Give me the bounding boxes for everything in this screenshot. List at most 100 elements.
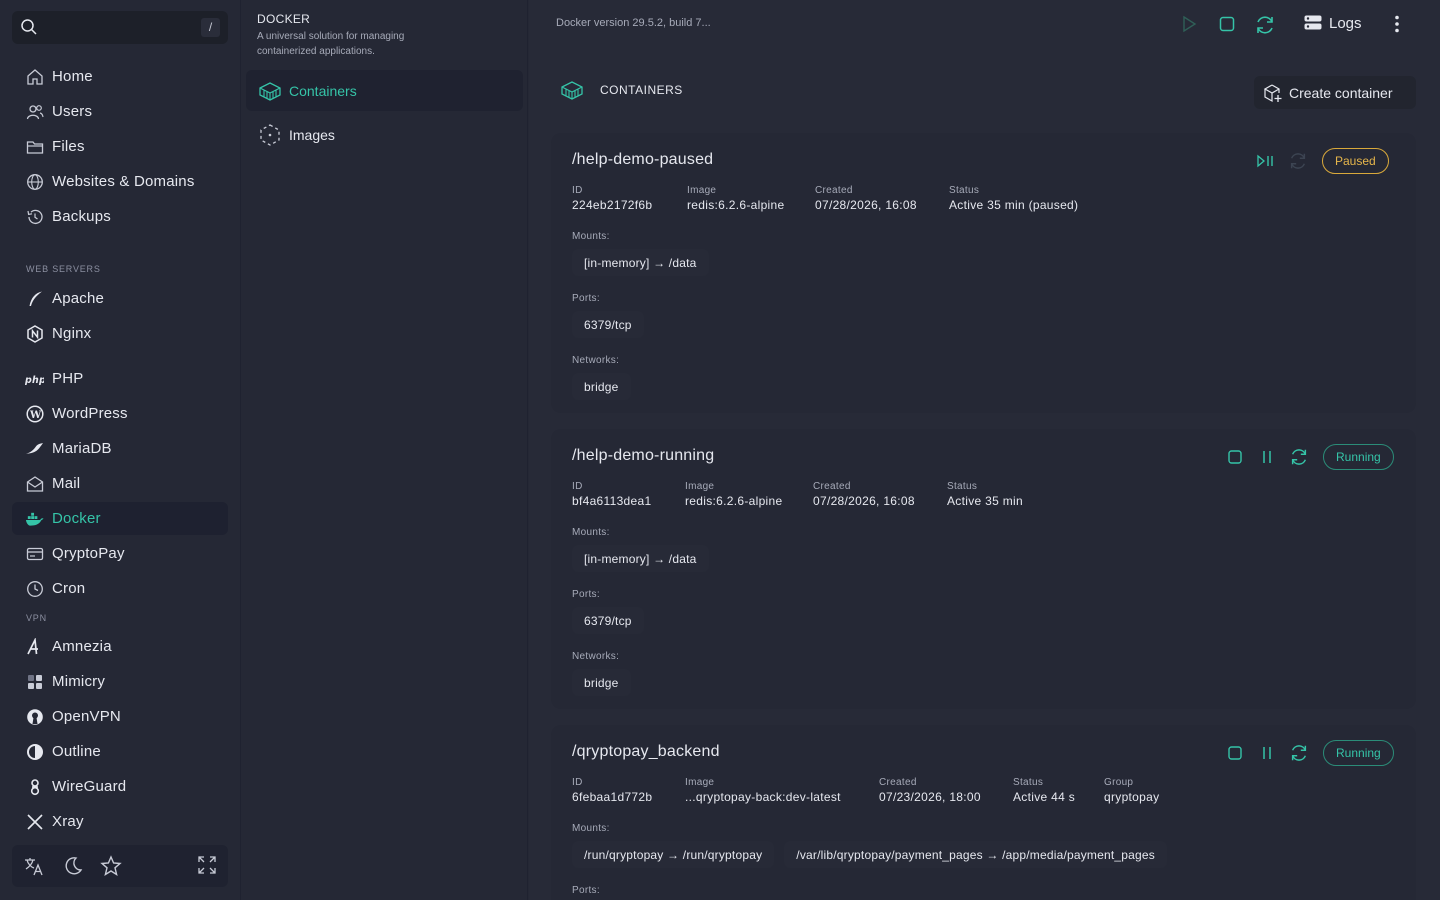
sidebar-item-docker[interactable]: Docker <box>12 502 228 535</box>
restart-icon[interactable] <box>1282 147 1314 175</box>
main-sidebar: / Home Users Files Websites & Domains Ba… <box>0 0 241 900</box>
sidebar-item-backups[interactable]: Backups <box>12 200 228 233</box>
sidebar-item-label: Websites & Domains <box>52 173 195 190</box>
add-container-icon <box>1263 83 1283 103</box>
amnezia-icon <box>25 637 44 656</box>
container-status: Active 35 min <box>947 494 1023 508</box>
sidebar-item-label: Outline <box>52 743 101 760</box>
container-name: /qryptopay_backend <box>572 743 720 760</box>
sidebar-item-openvpn[interactable]: OpenVPN <box>12 700 228 733</box>
sidebar-item-nginx[interactable]: Nginx <box>12 317 228 350</box>
mount-chip: [in-memory] → /data <box>572 249 709 276</box>
networks-list: bridge <box>572 373 641 400</box>
home-icon <box>25 67 44 86</box>
expand-icon[interactable] <box>197 855 217 875</box>
restart-icon[interactable] <box>1283 443 1315 471</box>
container-actions: Running <box>1219 739 1394 767</box>
resume-icon[interactable] <box>1250 147 1282 175</box>
panel-title: DOCKER <box>257 12 311 26</box>
ports-list: 6379/tcp <box>572 607 654 634</box>
nginx-icon <box>25 324 44 343</box>
sidebar-item-files[interactable]: Files <box>12 130 228 163</box>
port-chip: 6379/tcp <box>572 311 644 338</box>
subnav-item-containers[interactable]: Containers <box>246 70 523 111</box>
sidebar-item-qryptopay[interactable]: QryptoPay <box>12 537 228 570</box>
field-status: Status Active 44 s <box>1013 777 1075 804</box>
sidebar-item-mimicry[interactable]: Mimicry <box>12 665 228 698</box>
xray-icon <box>25 812 44 831</box>
container-id: 6febaa1d772b <box>572 790 653 804</box>
top-bar: Docker version 29.5.2, build 7... Logs <box>529 0 1440 49</box>
sidebar-item-php[interactable]: php PHP <box>12 362 228 395</box>
field-id: ID bf4a6113dea1 <box>572 481 652 508</box>
subnav-item-images[interactable]: Images <box>246 114 523 155</box>
ports-label: Ports: <box>572 293 600 304</box>
container-status: Active 44 s <box>1013 790 1075 804</box>
sidebar-item-cron[interactable]: Cron <box>12 572 228 605</box>
sidebar-item-wordpress[interactable]: W WordPress <box>12 397 228 430</box>
field-id: ID 6febaa1d772b <box>572 777 653 804</box>
networks-label: Networks: <box>572 651 620 662</box>
translate-icon[interactable] <box>23 855 45 877</box>
search-icon <box>20 18 38 36</box>
docker-icon <box>25 509 44 528</box>
feather-icon <box>25 289 44 308</box>
moon-icon[interactable] <box>62 855 84 877</box>
history-icon <box>25 207 44 226</box>
container-id: 224eb2172f6b <box>572 198 653 212</box>
search-input[interactable]: / <box>12 11 228 44</box>
restart-icon[interactable] <box>1283 739 1315 767</box>
port-chip: 6379/tcp <box>572 607 644 634</box>
sidebar-item-mariadb[interactable]: MariaDB <box>12 432 228 465</box>
container-image: redis:6.2.6-alpine <box>685 494 783 508</box>
sidebar-item-label: Files <box>52 138 85 155</box>
sidebar-item-label: Users <box>52 103 93 120</box>
users-icon <box>25 102 44 121</box>
ports-label: Ports: <box>572 589 600 600</box>
network-chip: bridge <box>572 669 631 696</box>
pause-icon[interactable] <box>1251 443 1283 471</box>
sidebar-item-label: OpenVPN <box>52 708 121 725</box>
sidebar-item-label: Apache <box>52 290 105 307</box>
sidebar-item-mail[interactable]: Mail <box>12 467 228 500</box>
mounts-list: [in-memory] → /data <box>572 249 719 276</box>
card-icon <box>25 544 44 563</box>
stop-icon[interactable] <box>1219 443 1251 471</box>
sidebar-item-apache[interactable]: Apache <box>12 282 228 315</box>
restart-icon[interactable] <box>1254 14 1276 36</box>
more-icon[interactable] <box>1387 14 1407 34</box>
folder-icon <box>25 137 44 156</box>
container-created: 07/28/2026, 16:08 <box>815 198 917 212</box>
sidebar-item-home[interactable]: Home <box>12 60 228 93</box>
container-image: redis:6.2.6-alpine <box>687 198 785 212</box>
containers-icon <box>560 79 584 101</box>
sidebar-item-outline[interactable]: Outline <box>12 735 228 768</box>
pause-icon[interactable] <box>1251 739 1283 767</box>
start-icon[interactable] <box>1179 14 1199 34</box>
sidebar-item-label: WireGuard <box>52 778 127 795</box>
panel-description: A universal solution for managing contai… <box>257 31 405 57</box>
field-created: Created 07/28/2026, 16:08 <box>815 185 917 212</box>
stop-icon[interactable] <box>1217 14 1237 34</box>
wireguard-icon <box>25 777 44 796</box>
sidebar-item-wireguard[interactable]: WireGuard <box>12 770 228 803</box>
sidebar-item-label: Cron <box>52 580 86 597</box>
container-created: 07/28/2026, 16:08 <box>813 494 915 508</box>
field-image: Image redis:6.2.6-alpine <box>685 481 783 508</box>
field-id: ID 224eb2172f6b <box>572 185 653 212</box>
sidebar-item-amnezia[interactable]: Amnezia <box>12 630 228 663</box>
sidebar-item-xray[interactable]: Xray <box>12 805 228 838</box>
stop-icon[interactable] <box>1219 739 1251 767</box>
field-group: Group qryptopay <box>1104 777 1160 804</box>
star-icon[interactable] <box>100 855 122 877</box>
section-web-servers: WEB SERVERS <box>26 264 101 274</box>
main-content: Docker version 29.5.2, build 7... Logs C… <box>529 0 1440 900</box>
mount-chip: [in-memory] → /data <box>572 545 709 572</box>
sidebar-item-websites[interactable]: Websites & Domains <box>12 165 228 198</box>
create-container-button[interactable]: Create container <box>1254 76 1416 109</box>
sidebar-item-users[interactable]: Users <box>12 95 228 128</box>
sidebar-item-label: Mimicry <box>52 673 106 690</box>
sidebar-item-label: Nginx <box>52 325 92 342</box>
mounts-list: /run/qryptopay → /run/qryptopay /var/lib… <box>572 841 1177 868</box>
logs-button[interactable]: Logs <box>1303 13 1362 33</box>
